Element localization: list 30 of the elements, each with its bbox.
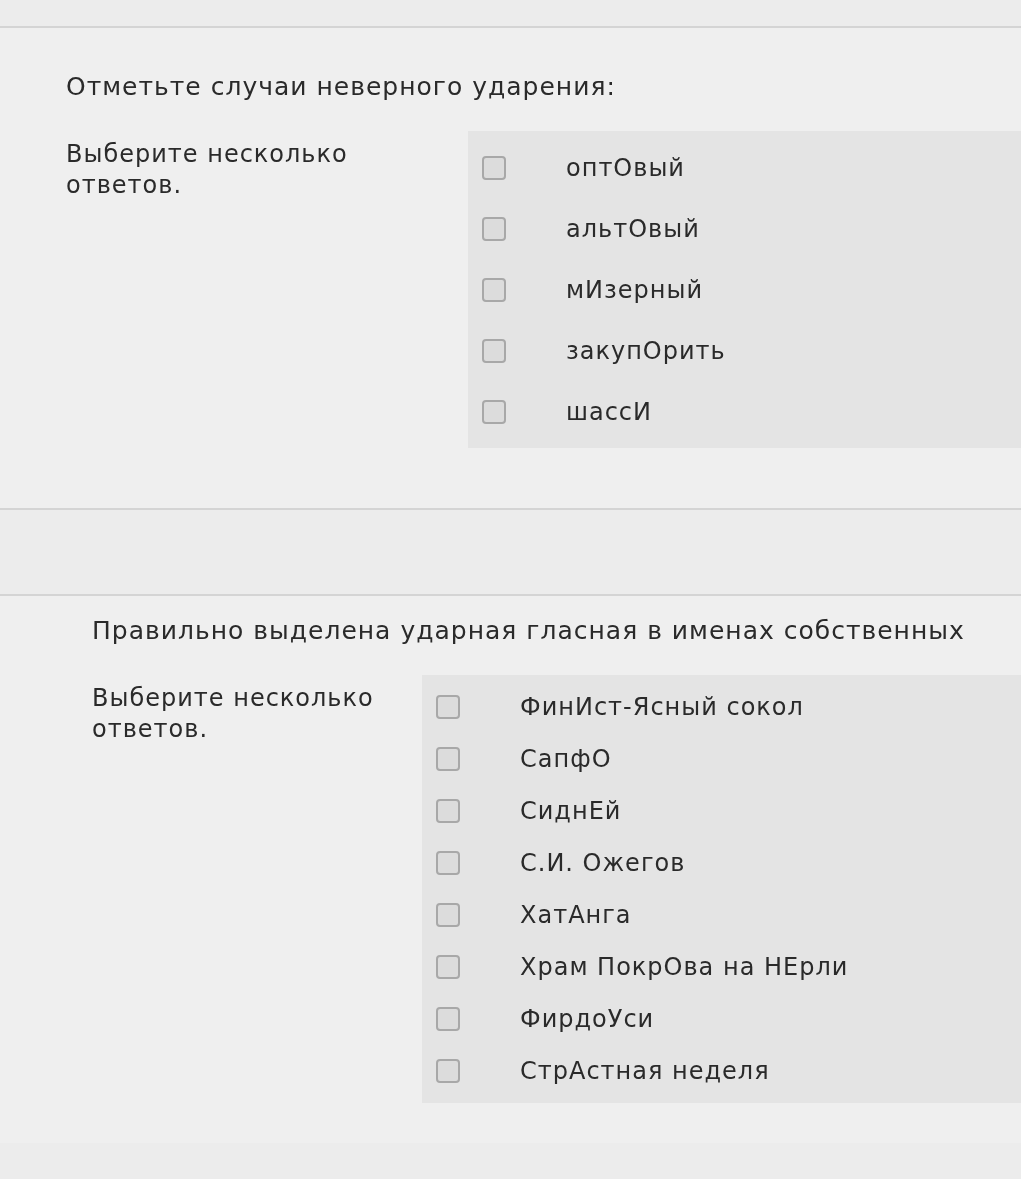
instruction-text: Выберите несколько ответов. (92, 683, 375, 746)
checkbox[interactable] (482, 216, 506, 241)
checkbox[interactable] (436, 1007, 460, 1031)
answer-option[interactable]: оптОвый (566, 153, 685, 182)
answer-option[interactable]: СапфО (520, 745, 612, 773)
answer-option[interactable]: мИзерный (566, 275, 704, 304)
checkbox[interactable] (436, 1059, 460, 1083)
answer-option[interactable]: закупОрить (566, 336, 726, 365)
answer-option[interactable]: ХатАнга (520, 901, 632, 929)
checkbox[interactable] (436, 851, 460, 875)
answer-option[interactable]: СтрАстная неделя (520, 1057, 770, 1085)
checkbox[interactable] (436, 799, 460, 823)
answer-option[interactable]: Храм ПокрОва на НЕрли (520, 953, 849, 981)
question-text: Отметьте случаи неверного ударения: (66, 72, 617, 101)
checkbox[interactable] (436, 695, 460, 719)
checkbox[interactable] (482, 277, 506, 302)
instruction-text: Выберите несколько ответов. (66, 139, 349, 202)
answer-option[interactable]: альтОвый (566, 214, 700, 243)
checkbox[interactable] (436, 747, 460, 771)
answer-option[interactable]: ФинИст-Ясный сокол (520, 693, 804, 721)
checkbox[interactable] (436, 955, 460, 979)
checkbox[interactable] (482, 155, 506, 180)
answer-option[interactable]: ФирдоУси (520, 1005, 655, 1033)
answer-option[interactable]: С.И. Ожегов (520, 849, 686, 877)
answer-option[interactable]: СиднЕй (520, 797, 622, 825)
checkbox[interactable] (482, 338, 506, 363)
checkbox[interactable] (482, 399, 506, 424)
checkbox[interactable] (436, 903, 460, 927)
question-text: Правильно выделена ударная гласная в именах собственных (92, 616, 966, 645)
answer-option[interactable]: шассИ (566, 397, 652, 426)
